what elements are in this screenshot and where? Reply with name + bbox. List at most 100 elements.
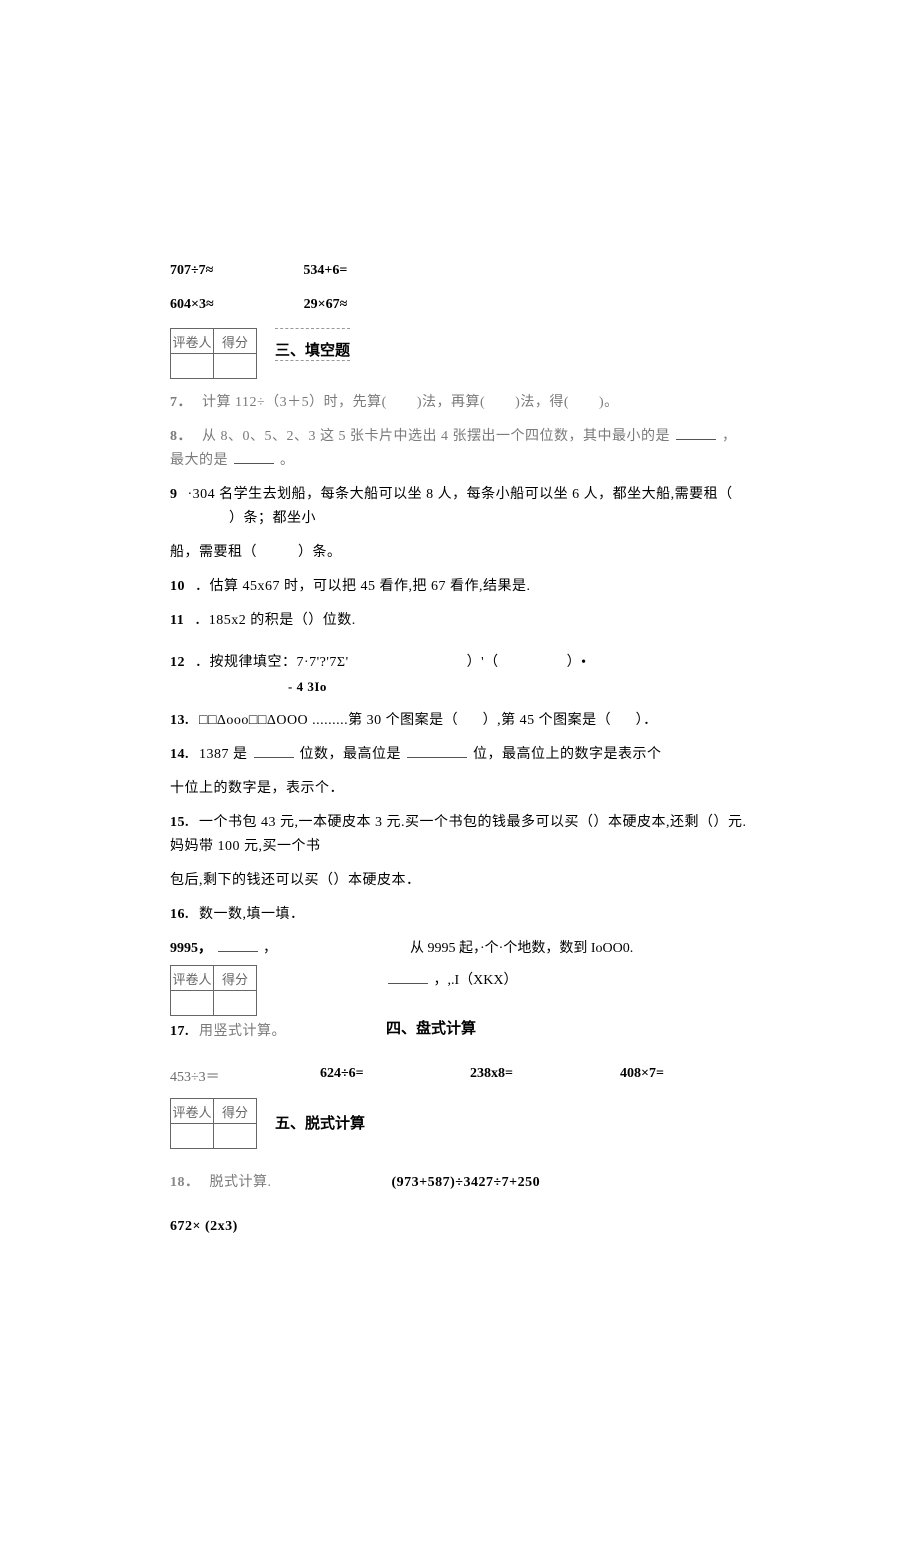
q7-blank-1[interactable] <box>391 395 413 410</box>
q13-blank-1[interactable] <box>462 713 479 728</box>
q12-text-c: ）• <box>567 655 587 670</box>
score-head-grader: 评卷人 <box>171 329 214 354</box>
question-11: 11 ．185x2 的积是（）位数. <box>170 609 750 633</box>
score-cell-grader[interactable] <box>171 354 214 379</box>
score3-cell-grader[interactable] <box>171 1124 214 1149</box>
q9-blank-2[interactable] <box>261 545 294 560</box>
q9-blank-1[interactable] <box>170 511 225 526</box>
q18-text: 脱式计算. <box>210 1175 272 1190</box>
q11-num: 11 <box>170 613 184 628</box>
score-table: 评卷人 得分 <box>170 328 257 379</box>
q16-right-b: ，,.I（XKX） <box>434 973 518 988</box>
question-17: 17. 用竖式计算。 <box>170 1020 286 1044</box>
score3-cell-score[interactable] <box>214 1124 257 1149</box>
question-14: 14. 1387 是 位数，最高位是 位，最高位上的数字是表示个 <box>170 743 750 767</box>
q8-blank-2[interactable] <box>234 449 274 464</box>
expr-707-div-7: 707÷7≈ <box>170 260 213 282</box>
question-15: 15. 一个书包 43 元,一本硬皮本 3 元.买一个书包的钱最多可以买（）本硬… <box>170 811 750 859</box>
q16-left-c: ， <box>263 941 277 956</box>
q12-num: 12 <box>170 655 185 670</box>
q12-text-b: ）'（ <box>467 655 499 670</box>
q8-blank-1[interactable] <box>676 425 716 440</box>
q8-num: 8． <box>170 429 192 444</box>
q7-text-d: )。 <box>599 395 619 410</box>
q12-text-a: ．按规律填空：7·7'?'7Σ' <box>195 655 349 670</box>
vertical-calc-row: 453÷3＝ 624÷6= 238x8= 408×7= <box>170 1066 750 1086</box>
expr-534-plus-6: 534+6= <box>303 260 347 282</box>
q13-text-b: ）,第 45 个图案是（ <box>483 713 612 728</box>
section-4-title: 四、盘式计算 <box>386 1013 518 1038</box>
q7-text-a: 计算 112÷（3＋5）时，先算( <box>202 395 387 410</box>
question-15-line2: 包后,剩下的钱还可以买（）本硬皮本． <box>170 869 750 893</box>
question-16: 16. 数一数,填一填． <box>170 903 750 927</box>
q16-num: 16. <box>170 907 189 922</box>
q9-num: 9 <box>170 487 178 502</box>
score3-head-score: 得分 <box>214 1099 257 1124</box>
q16-row2: 9995， ， 从 9995 起，·个·个地数，数到 IoOO0. <box>170 937 750 957</box>
q9-text-c: 船，需要租（ <box>170 545 257 560</box>
q13-blank-2[interactable] <box>615 713 632 728</box>
q18-num: 18． <box>170 1175 200 1190</box>
expr-29-times-67: 29×67≈ <box>304 294 348 316</box>
q7-blank-2[interactable] <box>489 395 511 410</box>
score3-head-grader: 评卷人 <box>171 1099 214 1124</box>
section-4-row: 评卷人 得分 17. 用竖式计算。 ，,.I（XKX） 四、盘式计算 <box>170 965 750 1054</box>
q9-text-a: ·304 名学生去划船，每条大船可以坐 8 人，每条小船可以坐 6 人，都坐大船… <box>188 487 733 502</box>
q10-num: 10 <box>170 579 185 594</box>
q14-num: 14. <box>170 747 189 762</box>
q17-text: 用竖式计算。 <box>199 1024 286 1039</box>
question-18-row: 18． 脱式计算. (973+587)÷3427÷7+250 <box>170 1161 750 1205</box>
q13-num: 13. <box>170 713 189 728</box>
question-13: 13. □□Δooo□□ΔOOO .........第 30 个图案是（ ）,第… <box>170 709 750 733</box>
q16-blank-1[interactable] <box>218 937 258 952</box>
section-3-header: 评卷人 得分 三、填空题 <box>170 328 750 379</box>
calc-a: 453÷3＝ <box>170 1066 300 1086</box>
q14-blank-2[interactable] <box>407 743 467 758</box>
section-5-header: 评卷人 得分 五、脱式计算 <box>170 1098 750 1149</box>
question-12: 12 ．按规律填空：7·7'?'7Σ' ）'（ ）• - 4 3Io <box>170 651 750 699</box>
score2-cell-score[interactable] <box>214 991 257 1016</box>
q9-text-b: ）条；都坐小 <box>229 511 316 526</box>
q16-right-a: 从 9995 起，·个·个地数，数到 IoOO0. <box>410 937 633 957</box>
question-18: 18． 脱式计算. <box>170 1171 272 1195</box>
q7-text-c: )法，得( <box>515 395 569 410</box>
score2-cell-grader[interactable] <box>171 991 214 1016</box>
q15-text-a: 一个书包 43 元,一本硬皮本 3 元.买一个书包的钱最多可以买（）本硬皮本,还… <box>170 815 747 854</box>
q15-num: 15. <box>170 815 189 830</box>
calc-c: 238x8= <box>470 1066 600 1086</box>
q11-text: ．185x2 的积是（）位数. <box>194 613 356 628</box>
arithmetic-row-2: 604×3≈ 29×67≈ <box>170 294 750 316</box>
q16-left-b: 9995， <box>170 941 212 956</box>
question-8: 8． 从 8、0、5、2、3 这 5 张卡片中选出 4 张摆出一个四位数，其中最… <box>170 425 750 473</box>
question-14-line2: 十位上的数字是，表示个． <box>170 777 750 801</box>
q14-blank-1[interactable] <box>254 743 294 758</box>
q12-sub: - 4 3Io <box>288 675 750 699</box>
q16-blank-2[interactable] <box>388 969 428 984</box>
q9-text-d: ）条。 <box>298 545 342 560</box>
score-head-score: 得分 <box>214 329 257 354</box>
score-table-2: 评卷人 得分 <box>170 965 257 1016</box>
q7-text-b: )法，再算( <box>417 395 485 410</box>
arithmetic-row-1: 707÷7≈ 534+6= <box>170 260 750 282</box>
q7-num: 7． <box>170 395 192 410</box>
score2-head-grader: 评卷人 <box>171 966 214 991</box>
calc-d: 408×7= <box>620 1066 750 1086</box>
page: 707÷7≈ 534+6= 604×3≈ 29×67≈ 评卷人 得分 三、填空题… <box>0 0 920 1549</box>
q16-text-a: 数一数,填一填． <box>199 907 305 922</box>
question-9-line2: 船，需要租（ ）条。 <box>170 541 750 565</box>
score-cell-score[interactable] <box>214 354 257 379</box>
score-table-3: 评卷人 得分 <box>170 1098 257 1149</box>
q18-right: (973+587)÷3427÷7+250 <box>392 1171 541 1195</box>
q14-text-c: 位，最高位上的数字是表示个 <box>473 747 662 762</box>
q18-b: 672× (2x3) <box>170 1215 750 1239</box>
q13-text-c: ）． <box>636 713 658 728</box>
question-9: 9 ·304 名学生去划船，每条大船可以坐 8 人，每条小船可以坐 6 人，都坐… <box>170 483 750 531</box>
score2-head-score: 得分 <box>214 966 257 991</box>
question-10: 10 ．估算 45x67 时，可以把 45 看作,把 67 看作,结果是. <box>170 575 750 599</box>
question-7: 7． 计算 112÷（3＋5）时，先算( )法，再算( )法，得( )。 <box>170 391 750 415</box>
expr-604-times-3: 604×3≈ <box>170 294 214 316</box>
q7-blank-3[interactable] <box>573 395 595 410</box>
q10-text: ．估算 45x67 时，可以把 45 看作,把 67 看作,结果是. <box>195 579 531 594</box>
q13-text-a: □□Δooo□□ΔOOO .........第 30 个图案是（ <box>199 713 458 728</box>
q14-text-b: 位数，最高位是 <box>300 747 402 762</box>
